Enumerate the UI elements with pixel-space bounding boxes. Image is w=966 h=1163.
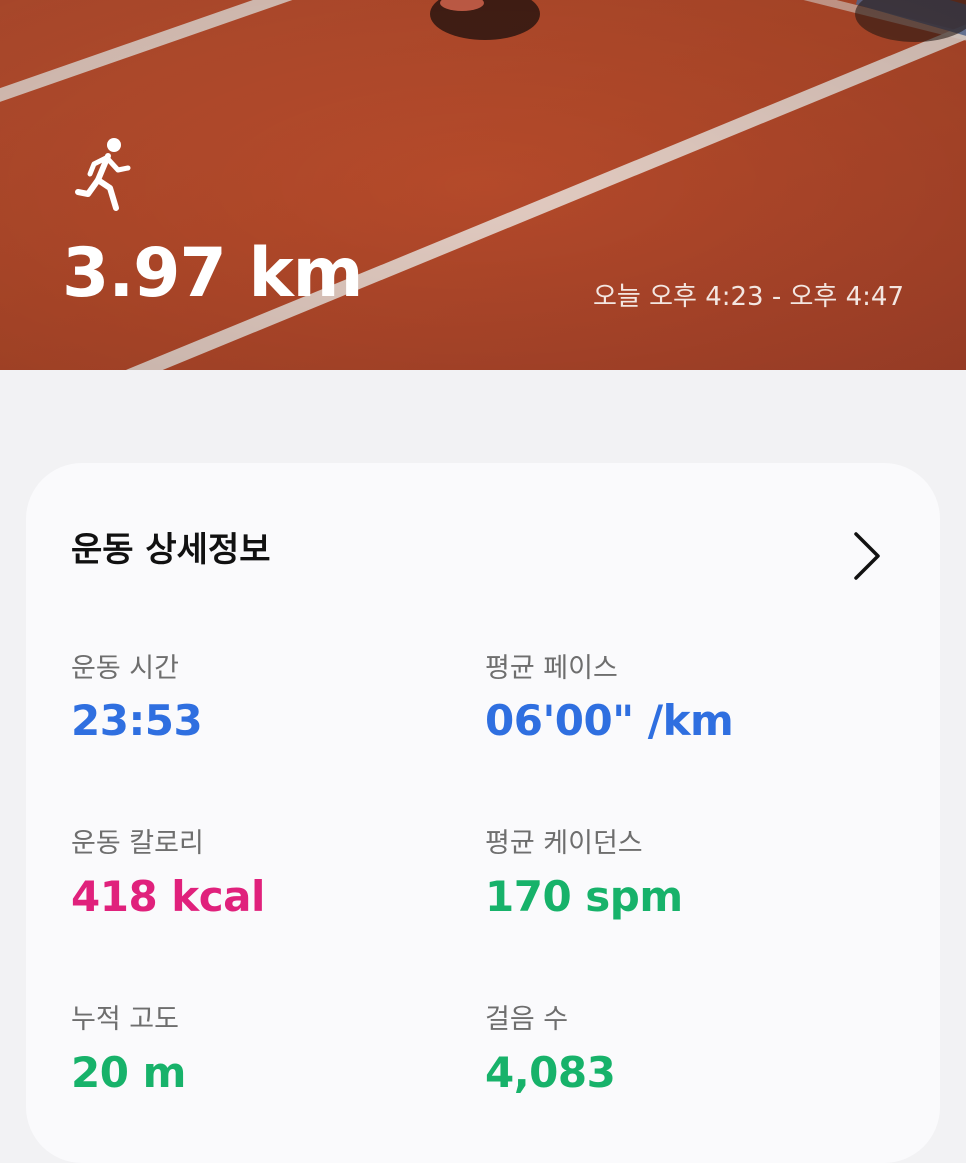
stat-label-duration: 운동 시간 (71, 653, 179, 684)
workout-time-range: 오늘 오후 4:23 - 오후 4:47 (593, 282, 904, 312)
stat-value-elevation-gain: 20 m (71, 1048, 186, 1097)
stat-label-elevation-gain: 누적 고도 (71, 1004, 179, 1035)
stat-label-avg-pace: 평균 페이스 (485, 653, 618, 684)
stat-label-calories: 운동 칼로리 (71, 828, 204, 859)
distance-value: 3.97 km (62, 234, 364, 313)
stat-label-steps: 걸음 수 (485, 1004, 569, 1035)
stat-value-avg-cadence: 170 spm (485, 872, 683, 921)
hero-banner: 3.97 km 오늘 오후 4:23 - 오후 4:47 (0, 0, 966, 370)
chevron-right-icon[interactable] (852, 531, 882, 581)
stat-label-avg-cadence: 평균 케이던스 (485, 828, 643, 859)
running-track-image (0, 0, 966, 370)
stat-value-calories: 418 kcal (71, 872, 265, 921)
workout-details-card[interactable]: 운동 상세정보 운동 시간 23:53 평균 페이스 06'00" /km 운동… (26, 463, 940, 1163)
stat-value-duration: 23:53 (71, 696, 203, 745)
stat-value-avg-pace: 06'00" /km (485, 696, 734, 745)
running-person-icon (75, 138, 131, 211)
card-title: 운동 상세정보 (71, 530, 271, 570)
stat-value-steps: 4,083 (485, 1048, 616, 1097)
